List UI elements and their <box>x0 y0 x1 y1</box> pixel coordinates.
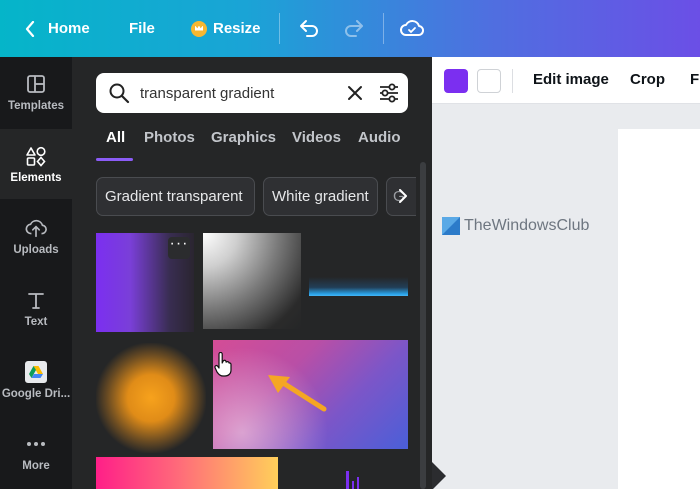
elements-icon <box>25 145 47 167</box>
divider <box>512 69 513 93</box>
more-options-icon[interactable]: ··· <box>168 236 190 259</box>
color-swatch-white[interactable] <box>477 69 501 93</box>
google-drive-icon <box>25 360 47 383</box>
resize-button[interactable]: Resize <box>191 0 261 57</box>
sidebar-item-label: More <box>22 459 50 472</box>
sidebar-item-uploads[interactable]: Uploads <box>0 201 72 271</box>
file-menu-button[interactable]: File <box>129 0 155 57</box>
crop-button[interactable]: Crop <box>630 71 665 88</box>
cloud-save-icon[interactable] <box>400 17 425 44</box>
category-tabs: All Photos Graphics Videos Audio <box>96 129 416 161</box>
chevron-right-icon[interactable] <box>398 189 408 208</box>
tab-videos[interactable]: Videos <box>292 129 341 146</box>
home-button[interactable]: Home <box>48 0 90 57</box>
tab-audio[interactable]: Audio <box>358 129 401 146</box>
color-swatch-purple[interactable] <box>444 69 468 93</box>
panel-scrollbar[interactable] <box>420 162 426 489</box>
editor-area: Edit image Crop Fl TheWindowsClub <box>432 57 700 489</box>
cloud-upload-icon <box>25 217 47 239</box>
suggestion-chips: Gradient transparent White gradient G <box>96 177 416 217</box>
chip-white-gradient[interactable]: White gradient <box>263 177 378 216</box>
sidebar-item-label: Google Dri... <box>1 387 71 400</box>
hand-pointer-icon <box>214 351 232 383</box>
divider <box>279 13 280 44</box>
sidebar-item-label: Text <box>24 315 48 328</box>
windows-logo-icon <box>442 217 460 235</box>
clear-search-icon[interactable] <box>346 84 364 107</box>
active-tab-indicator <box>96 158 133 161</box>
search-box <box>96 73 408 113</box>
chip-gradient-transparent[interactable]: Gradient transparent <box>96 177 255 216</box>
context-toolbar: Edit image Crop Fl <box>432 57 700 104</box>
flip-button[interactable]: Fl <box>690 71 700 88</box>
tab-all[interactable]: All <box>106 129 125 146</box>
sidebar-item-label: Templates <box>7 99 65 112</box>
gradient-tile-pink-yellow[interactable] <box>96 457 278 489</box>
templates-icon <box>25 73 47 95</box>
text-icon <box>25 289 47 311</box>
search-icon <box>108 82 130 109</box>
sidebar-item-google-drive[interactable]: Google Dri... <box>0 345 72 415</box>
gradient-tile-orange-glow[interactable] <box>96 343 206 453</box>
sidebar-item-more[interactable]: More <box>0 417 72 487</box>
tab-graphics[interactable]: Graphics <box>211 129 276 146</box>
gradient-tile-blue-line[interactable] <box>309 277 408 296</box>
top-bar: Home File Resize <box>0 0 700 57</box>
filter-sliders-icon[interactable] <box>378 83 400 108</box>
left-sidebar: Templates Elements Uploads Text Google D… <box>0 57 72 489</box>
edit-image-button[interactable]: Edit image <box>533 71 609 88</box>
sidebar-item-templates[interactable]: Templates <box>0 57 72 127</box>
design-canvas[interactable] <box>618 129 700 489</box>
undo-icon[interactable] <box>298 17 320 44</box>
redo-icon[interactable] <box>343 17 365 44</box>
resize-label: Resize <box>213 20 261 37</box>
gradient-tile-bars[interactable] <box>342 469 382 489</box>
sidebar-item-elements[interactable]: Elements <box>0 129 72 199</box>
divider <box>383 13 384 44</box>
gradient-tile-white[interactable] <box>203 233 301 329</box>
annotation-arrow-icon <box>268 375 328 418</box>
search-input[interactable] <box>140 82 340 104</box>
watermark: TheWindowsClub <box>442 217 589 235</box>
gradient-tile-purple[interactable]: ··· <box>96 233 194 332</box>
sidebar-item-label: Uploads <box>13 243 59 256</box>
elements-panel: All Photos Graphics Videos Audio Gradien… <box>72 57 432 489</box>
back-chevron-icon[interactable] <box>20 0 40 57</box>
crown-icon <box>191 20 207 37</box>
more-dots-icon <box>25 433 47 455</box>
sidebar-item-label: Elements <box>10 171 62 184</box>
tab-photos[interactable]: Photos <box>144 129 195 146</box>
watermark-text: TheWindowsClub <box>464 217 590 234</box>
sidebar-item-text[interactable]: Text <box>0 273 72 343</box>
